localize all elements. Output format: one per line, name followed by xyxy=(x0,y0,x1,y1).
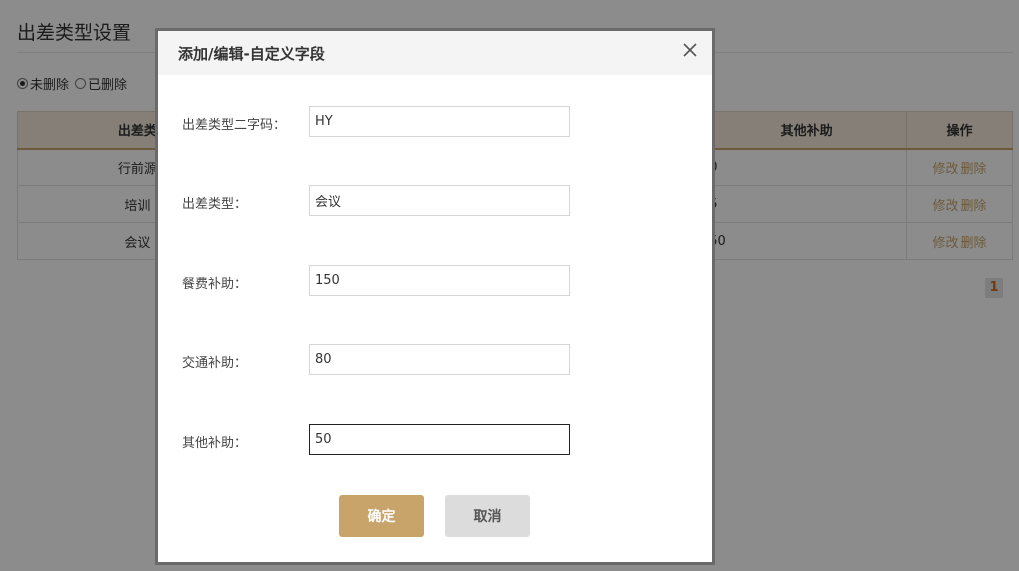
close-icon[interactable] xyxy=(680,40,700,60)
transport-subsidy-input[interactable] xyxy=(309,344,570,375)
type-code-input[interactable] xyxy=(309,106,570,137)
cancel-button[interactable]: 取消 xyxy=(445,495,530,537)
form-row-travel-type: 出差类型： xyxy=(158,185,712,217)
other-subsidy-label: 其他补助： xyxy=(182,436,248,451)
edit-field-dialog: 添加/编辑-自定义字段 出差类型二字码： 出差类型： 餐费补助： 交通补助： 其… xyxy=(155,28,715,565)
other-subsidy-input[interactable] xyxy=(309,424,570,455)
form-row-meal-subsidy: 餐费补助： xyxy=(158,265,712,297)
form-row-transport-subsidy: 交通补助： xyxy=(158,344,712,376)
type-code-label: 出差类型二字码： xyxy=(182,118,287,133)
transport-subsidy-label: 交通补助： xyxy=(182,356,248,371)
confirm-button[interactable]: 确定 xyxy=(339,495,424,537)
dialog-header: 添加/编辑-自定义字段 xyxy=(158,31,712,75)
form-row-other-subsidy: 其他补助： xyxy=(158,424,712,456)
dialog-title: 添加/编辑-自定义字段 xyxy=(178,45,325,63)
meal-subsidy-input[interactable] xyxy=(309,265,570,296)
travel-type-input[interactable] xyxy=(309,185,570,216)
meal-subsidy-label: 餐费补助： xyxy=(182,277,248,292)
travel-type-label: 出差类型： xyxy=(182,197,248,212)
form-row-type-code: 出差类型二字码： xyxy=(158,106,712,138)
